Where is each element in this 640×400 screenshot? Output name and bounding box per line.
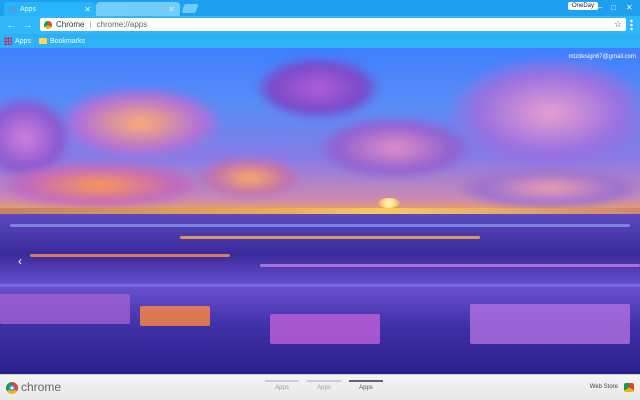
close-tab-icon[interactable]: ✕	[84, 5, 91, 14]
back-arrow-icon[interactable]: ←	[6, 19, 17, 31]
chrome-brand-text: chrome	[21, 380, 62, 394]
page-indicator-label: Apps	[359, 385, 373, 391]
account-email[interactable]: mtzdesign67@gmail.com	[569, 54, 636, 60]
bookmark-label: Bookmarks	[49, 37, 85, 45]
url-text[interactable]: chrome://apps	[97, 20, 148, 29]
page-indicator-label: Apps	[317, 385, 331, 391]
new-tab-button[interactable]	[181, 4, 199, 13]
tab-background[interactable]: ✕	[96, 2, 180, 16]
page-indicator-bar	[349, 380, 383, 382]
page-indicator-bar	[307, 380, 341, 382]
chrome-logo-icon	[6, 382, 18, 394]
bookmark-label: Apps	[15, 37, 31, 45]
address-bar[interactable]: Chrome | chrome://apps ☆	[40, 18, 626, 31]
forward-arrow-icon[interactable]: →	[22, 19, 33, 31]
close-window-icon[interactable]: ✕	[626, 3, 633, 12]
maximize-icon[interactable]: □	[611, 3, 616, 12]
bookmarks-bar: Apps Bookmarks	[0, 34, 640, 48]
close-tab-icon[interactable]: ✕	[168, 5, 175, 14]
tab-strip: Apps ✕ ✕ OneDay – □ ✕	[0, 0, 640, 16]
profile-button[interactable]: OneDay	[568, 2, 599, 10]
url-separator: |	[89, 20, 92, 29]
apps-grid-icon	[4, 37, 12, 45]
web-store-link[interactable]: Web Store	[590, 384, 618, 390]
toolbar: ← → Chrome | chrome://apps ☆	[0, 16, 640, 34]
bookmark-star-icon[interactable]: ☆	[614, 19, 622, 30]
page-indicator-2[interactable]: Apps	[305, 380, 343, 391]
tab-label: Apps	[20, 5, 36, 13]
site-label: Chrome	[56, 20, 85, 29]
page-indicator-bar	[265, 380, 299, 382]
web-store-icon[interactable]	[624, 383, 634, 392]
previous-page-arrow[interactable]: ‹	[18, 254, 22, 268]
folder-icon	[38, 38, 47, 44]
apps-bottom-bar: chrome Apps Apps Apps Web Store	[0, 374, 640, 400]
page-indicator-1[interactable]: Apps	[263, 380, 301, 391]
bookmark-apps[interactable]: Apps	[4, 37, 31, 45]
bookmark-folder[interactable]: Bookmarks	[38, 37, 85, 45]
tab-apps[interactable]: Apps ✕	[4, 2, 96, 16]
page-indicator-label: Apps	[275, 385, 289, 391]
wallpaper-image: ‹	[0, 48, 640, 374]
menu-icon[interactable]	[630, 19, 633, 31]
chrome-page-icon	[44, 20, 52, 29]
page-indicator-3[interactable]: Apps	[347, 380, 385, 391]
apps-favicon-icon	[9, 5, 16, 13]
minimize-icon[interactable]: –	[598, 3, 602, 12]
